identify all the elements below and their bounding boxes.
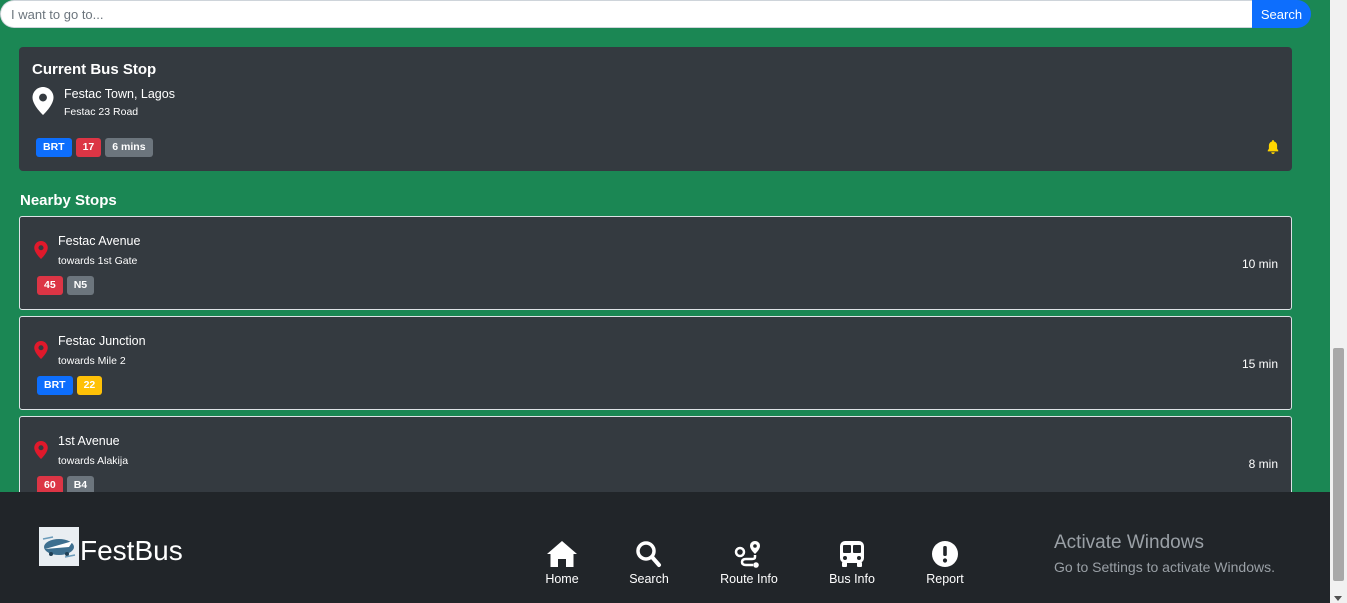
route-badge: BRT <box>37 376 73 395</box>
route-icon <box>734 541 760 568</box>
route-badge: 17 <box>75 138 102 157</box>
nearby-stops-heading: Nearby Stops <box>20 192 117 209</box>
nearby-stop-card[interactable]: Festac Junction towards Mile 2 BRT 22 15… <box>19 316 1292 410</box>
bus-logo-icon <box>39 527 79 566</box>
stop-eta: 10 min <box>1241 257 1278 271</box>
brand-logo[interactable] <box>39 527 79 566</box>
stop-eta: 8 min <box>1248 457 1278 471</box>
nearby-stops-list: Festac Avenue towards 1st Gate 45 N5 10 … <box>19 216 1292 492</box>
watermark-title: Activate Windows <box>1054 532 1204 553</box>
current-stop-badges: BRT 17 6 mins <box>36 138 153 157</box>
brand-name[interactable]: FestBus <box>80 535 183 567</box>
scrollbar-thumb[interactable] <box>1333 348 1344 581</box>
nav-bus-info-label: Bus Info <box>829 572 875 586</box>
nav-search[interactable]: Search <box>609 540 689 586</box>
nearby-stop-card[interactable]: 1st Avenue towards Alakija 60 B4 8 min <box>19 416 1292 492</box>
route-badge: 45 <box>37 276 63 295</box>
nav-report[interactable]: Report <box>905 540 985 586</box>
watermark-subtitle: Go to Settings to activate Windows. <box>1054 559 1275 575</box>
current-stop-name: Festac Town, Lagos <box>64 87 175 101</box>
search-icon <box>636 541 661 567</box>
stop-direction: towards 1st Gate <box>58 255 138 267</box>
nav-report-label: Report <box>926 572 964 586</box>
route-badge: BRT <box>36 138 72 157</box>
alert-icon <box>932 541 958 567</box>
stop-name: Festac Avenue <box>58 234 141 248</box>
eta-badge: 6 mins <box>105 138 153 157</box>
stop-name: 1st Avenue <box>58 434 120 448</box>
nav-search-label: Search <box>629 572 669 586</box>
nav-home-label: Home <box>545 572 579 586</box>
home-icon <box>547 541 577 567</box>
nav-route-info-label: Route Info <box>720 572 778 586</box>
search-button[interactable]: Search <box>1252 0 1311 28</box>
nearby-stop-card[interactable]: Festac Avenue towards 1st Gate 45 N5 10 … <box>19 216 1292 310</box>
nav-home[interactable]: Home <box>522 540 602 586</box>
stop-badges: 60 B4 <box>37 476 95 492</box>
current-stop-card: Current Bus Stop Festac Town, Lagos Fest… <box>19 47 1292 171</box>
route-badge: N5 <box>66 276 95 295</box>
route-badge: 60 <box>37 476 63 492</box>
route-badge: B4 <box>66 476 95 492</box>
stop-badges: 45 N5 <box>37 276 95 295</box>
windows-activation-watermark: Activate Windows Go to Settings to activ… <box>1054 532 1275 575</box>
current-stop-road: Festac 23 Road <box>64 106 139 118</box>
stop-eta: 15 min <box>1241 357 1278 371</box>
search-bar: Search <box>0 0 1311 28</box>
route-badge: 22 <box>76 376 103 395</box>
stop-direction: towards Mile 2 <box>58 355 126 367</box>
stop-direction: towards Alakija <box>58 455 129 467</box>
bell-icon[interactable] <box>1266 139 1280 155</box>
page-scrollbar[interactable] <box>1330 0 1347 603</box>
nav-route-info[interactable]: Route Info <box>709 540 789 586</box>
location-pin-icon <box>34 341 48 359</box>
bus-icon <box>840 541 864 567</box>
location-pin-icon <box>34 441 48 459</box>
location-pin-icon <box>34 241 48 259</box>
stop-name: Festac Junction <box>58 334 146 348</box>
stop-badges: BRT 22 <box>37 376 103 395</box>
current-stop-title: Current Bus Stop <box>32 61 157 78</box>
nav-bus-info[interactable]: Bus Info <box>812 540 892 586</box>
scroll-down-arrow-icon[interactable] <box>1334 596 1342 601</box>
location-pin-icon <box>32 87 54 115</box>
search-input[interactable] <box>0 0 1252 28</box>
footer-nav: FestBus Home Search Route Info Bus Info … <box>0 492 1330 603</box>
